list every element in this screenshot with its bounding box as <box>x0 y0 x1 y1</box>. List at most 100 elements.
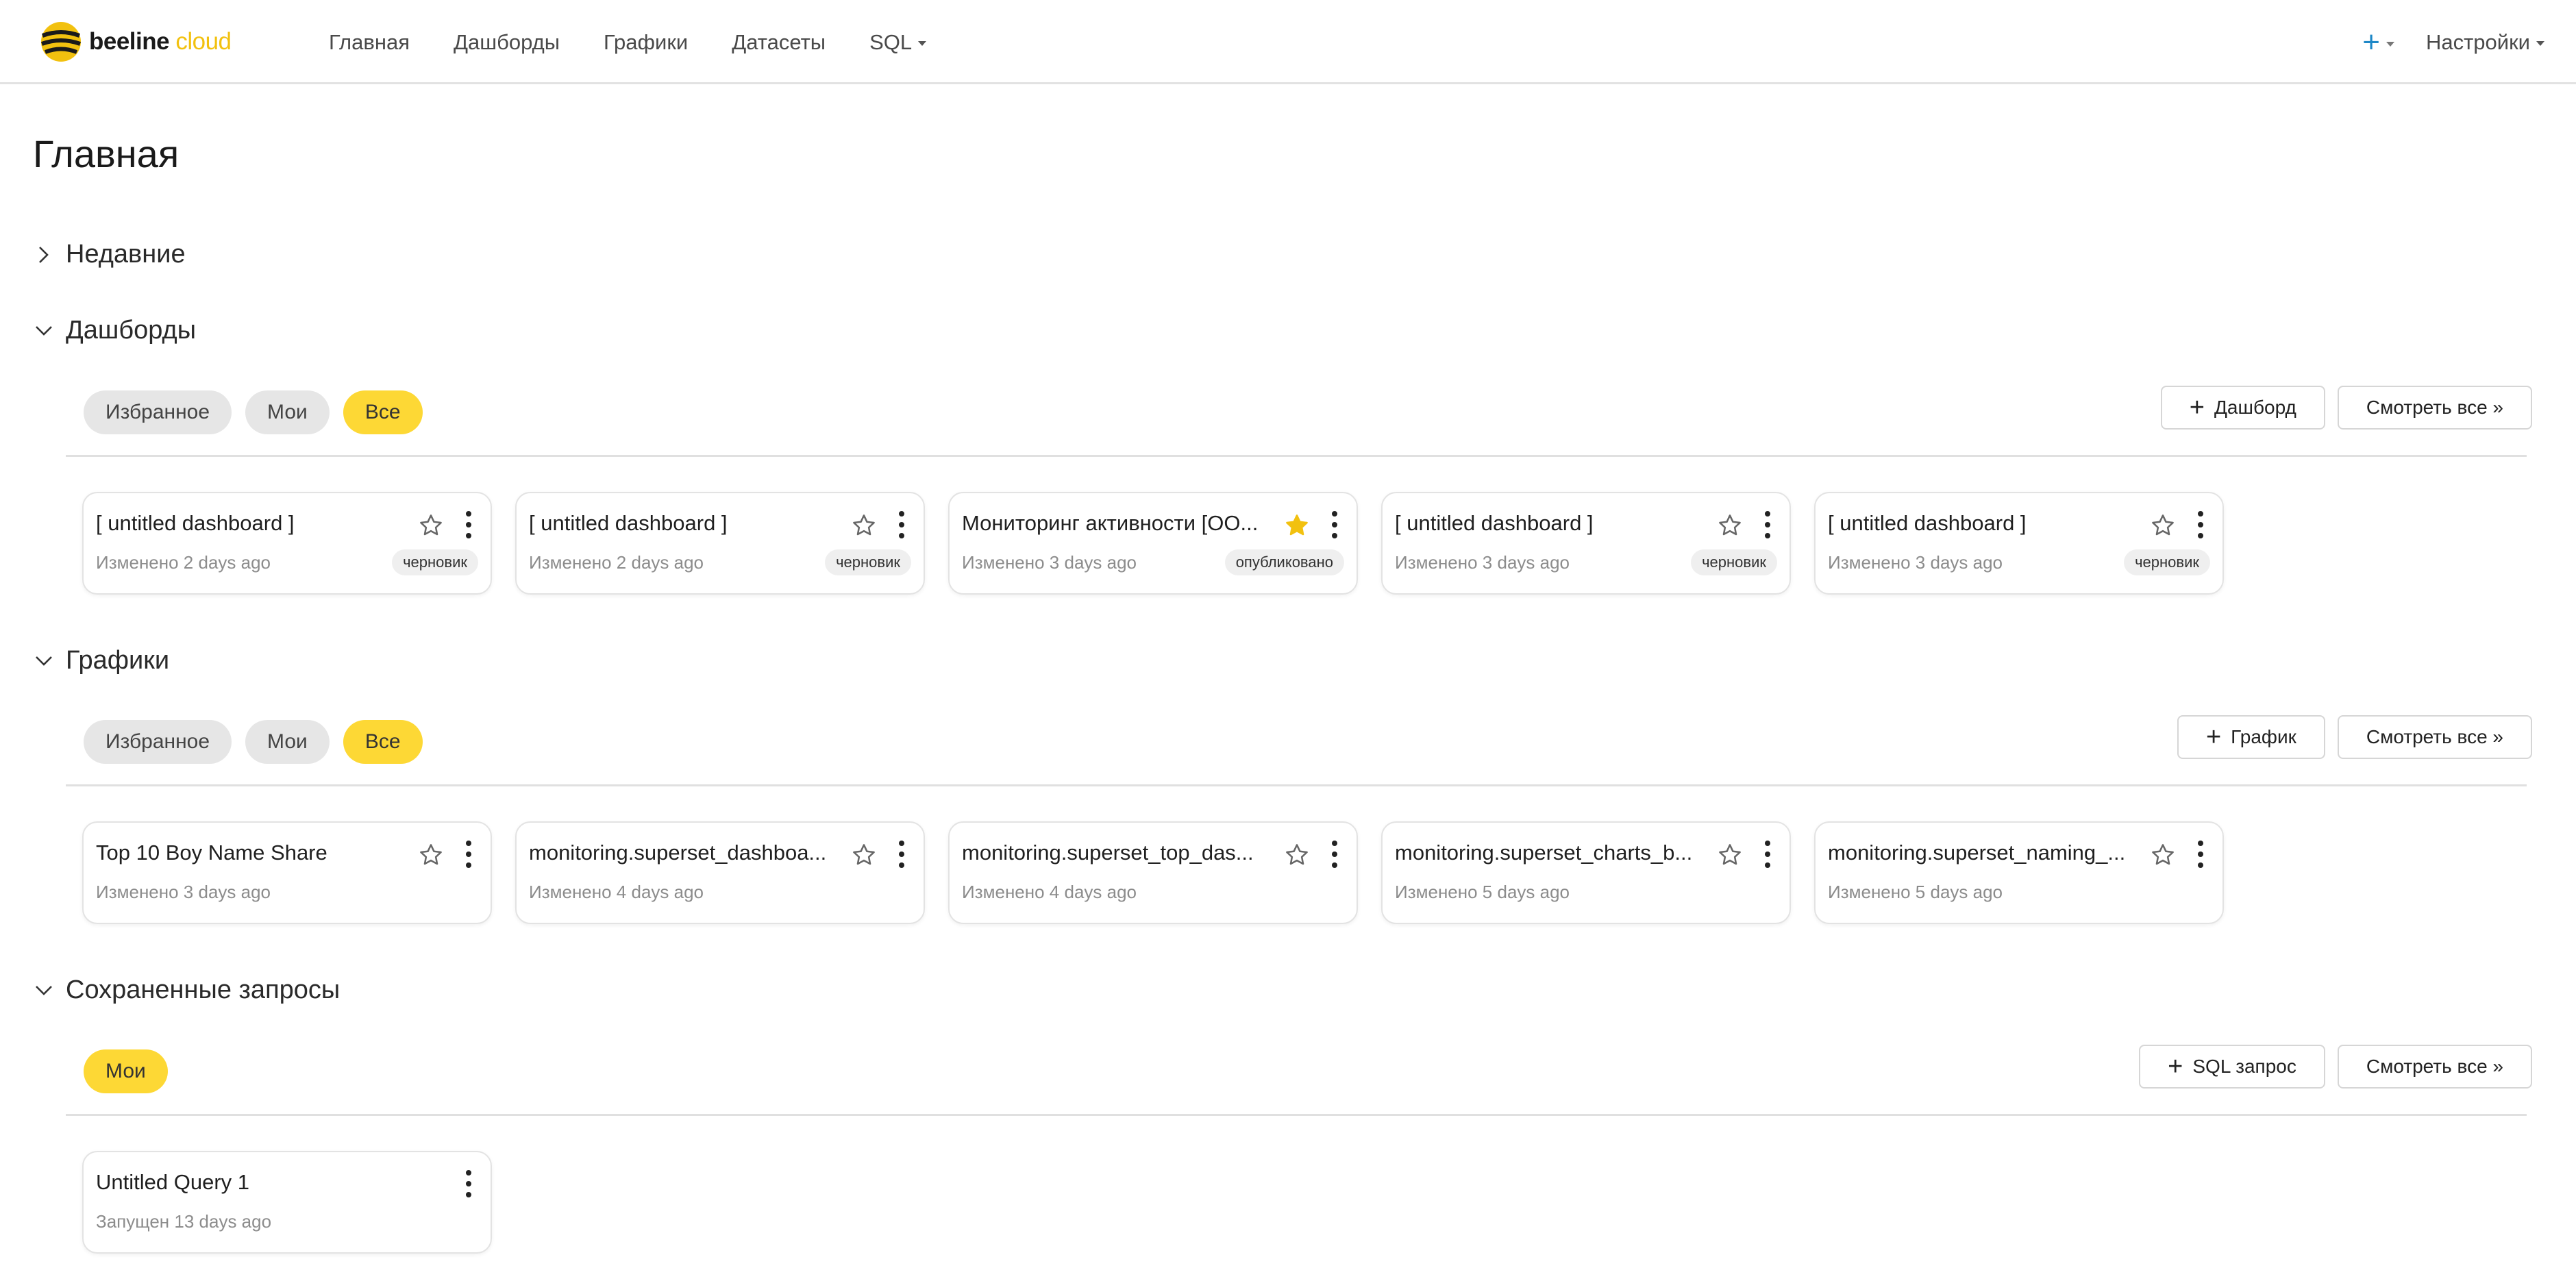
star-icon[interactable] <box>2150 842 2176 868</box>
card-modified: Изменено 3 days ago <box>962 552 1137 573</box>
card-title[interactable]: Мониторинг активности [ОО... <box>962 511 1277 536</box>
dashboard-card[interactable]: [ untitled dashboard ] Изменено 2 days a… <box>515 492 925 595</box>
dashboard-card[interactable]: [ untitled dashboard ] Изменено 2 days a… <box>82 492 492 595</box>
card-modified: Изменено 3 days ago <box>96 882 271 902</box>
star-icon[interactable] <box>851 512 877 538</box>
star-icon[interactable] <box>1284 842 1310 868</box>
charts-filter-tabs: Избранное Мои Все <box>84 720 423 764</box>
more-vertical-icon[interactable] <box>897 841 906 868</box>
beeline-logo-icon <box>40 21 82 63</box>
more-vertical-icon[interactable] <box>1763 511 1772 538</box>
card-title[interactable]: Untitled Query 1 <box>96 1170 411 1195</box>
filter-mine[interactable]: Мои <box>245 390 330 434</box>
dashboard-card[interactable]: [ untitled dashboard ] Изменено 3 days a… <box>1381 492 1791 595</box>
more-vertical-icon[interactable] <box>1330 841 1339 868</box>
star-filled-icon[interactable] <box>1284 512 1310 538</box>
main-nav: Главная Дашборды Графики Датасеты SQL <box>329 27 970 58</box>
more-vertical-icon[interactable] <box>1330 511 1339 538</box>
card-title[interactable]: [ untitled dashboard ] <box>529 511 844 536</box>
plus-icon: + <box>2189 393 2205 422</box>
add-chart-label: График <box>2231 726 2296 747</box>
nav-item-dashboards[interactable]: Дашборды <box>454 27 560 58</box>
brand-logo[interactable]: beeline cloud <box>40 19 232 64</box>
section-recent-title: Недавние <box>66 240 186 269</box>
right-nav: + Настройки <box>2362 27 2544 58</box>
card-modified: Изменено 4 days ago <box>529 882 704 902</box>
dashboard-card[interactable]: [ untitled dashboard ] Изменено 3 days a… <box>1814 492 2224 595</box>
nav-item-charts[interactable]: Графики <box>604 27 688 58</box>
add-dashboard-button[interactable]: + Дашборд <box>2160 386 2325 430</box>
top-navbar: beeline cloud Главная Дашборды Графики Д… <box>0 0 2576 84</box>
settings-menu[interactable]: Настройки <box>2426 27 2544 58</box>
chart-cards: Top 10 Boy Name Share Изменено 3 days ag… <box>82 821 2224 924</box>
nav-item-datasets[interactable]: Датасеты <box>732 27 826 58</box>
card-title[interactable]: Top 10 Boy Name Share <box>96 841 411 865</box>
nav-item-sql[interactable]: SQL <box>869 27 927 58</box>
more-vertical-icon[interactable] <box>2196 511 2205 538</box>
brand-name: beeline cloud <box>89 28 232 55</box>
card-modified: Изменено 2 days ago <box>96 552 271 573</box>
chart-card[interactable]: monitoring.superset_dashboa... Изменено … <box>515 821 925 924</box>
filter-mine[interactable]: Мои <box>245 720 330 764</box>
add-chart-button[interactable]: + График <box>2177 715 2325 759</box>
star-icon[interactable] <box>1717 512 1743 538</box>
star-icon[interactable] <box>1717 842 1743 868</box>
star-icon[interactable] <box>418 842 444 868</box>
card-title[interactable]: monitoring.superset_charts_b... <box>1395 841 1710 865</box>
status-badge: черновик <box>392 549 478 575</box>
query-card[interactable]: Untitled Query 1 Запущен 13 days ago <box>82 1151 492 1254</box>
card-modified: Изменено 3 days ago <box>1395 552 1570 573</box>
card-modified: Изменено 3 days ago <box>1828 552 2003 573</box>
card-title[interactable]: monitoring.superset_dashboa... <box>529 841 844 865</box>
more-vertical-icon[interactable] <box>2196 841 2205 868</box>
section-dashboards-title: Дашборды <box>66 316 196 345</box>
chart-card[interactable]: monitoring.superset_naming_... Изменено … <box>1814 821 2224 924</box>
filter-all[interactable]: Все <box>343 390 423 434</box>
queries-filter-tabs: Мои <box>84 1049 168 1093</box>
queries-actions: + SQL запрос Смотреть все » <box>2139 1045 2532 1089</box>
divider <box>66 784 2527 786</box>
filter-favorites[interactable]: Избранное <box>84 720 232 764</box>
card-title[interactable]: monitoring.superset_naming_... <box>1828 841 2143 865</box>
more-vertical-icon[interactable] <box>465 841 473 868</box>
view-all-charts-button[interactable]: Смотреть все » <box>2337 715 2532 759</box>
section-queries-title: Сохраненные запросы <box>66 975 340 1004</box>
more-vertical-icon[interactable] <box>465 1170 473 1197</box>
new-item-menu[interactable]: + <box>2362 27 2394 58</box>
card-modified: Изменено 4 days ago <box>962 882 1137 902</box>
card-title[interactable]: monitoring.superset_top_das... <box>962 841 1277 865</box>
star-icon[interactable] <box>2150 512 2176 538</box>
dashboard-card[interactable]: Мониторинг активности [ОО... Изменено 3 … <box>948 492 1358 595</box>
card-title[interactable]: [ untitled dashboard ] <box>96 511 411 536</box>
section-dashboards-header[interactable]: Дашборды <box>33 316 196 345</box>
star-icon[interactable] <box>851 842 877 868</box>
filter-all[interactable]: Все <box>343 720 423 764</box>
section-recent-header[interactable]: Недавние <box>33 240 186 269</box>
more-vertical-icon[interactable] <box>897 511 906 538</box>
nav-item-home[interactable]: Главная <box>329 27 410 58</box>
divider <box>66 1114 2527 1116</box>
section-charts-header[interactable]: Графики <box>33 646 169 675</box>
star-icon[interactable] <box>418 512 444 538</box>
chart-card[interactable]: monitoring.superset_top_das... Изменено … <box>948 821 1358 924</box>
chart-card[interactable]: Top 10 Boy Name Share Изменено 3 days ag… <box>82 821 492 924</box>
add-sql-query-label: SQL запрос <box>2192 1056 2296 1077</box>
view-all-dashboards-button[interactable]: Смотреть все » <box>2337 386 2532 430</box>
filter-favorites[interactable]: Избранное <box>84 390 232 434</box>
card-title[interactable]: [ untitled dashboard ] <box>1395 511 1710 536</box>
filter-mine[interactable]: Мои <box>84 1049 168 1093</box>
add-sql-query-button[interactable]: + SQL запрос <box>2139 1045 2325 1089</box>
card-run-time: Запущен 13 days ago <box>96 1211 272 1232</box>
divider <box>66 455 2527 457</box>
more-vertical-icon[interactable] <box>465 511 473 538</box>
chart-card[interactable]: monitoring.superset_charts_b... Изменено… <box>1381 821 1791 924</box>
dashboards-actions: + Дашборд Смотреть все » <box>2160 386 2532 430</box>
status-badge: черновик <box>825 549 911 575</box>
section-charts-title: Графики <box>66 646 170 675</box>
more-vertical-icon[interactable] <box>1763 841 1772 868</box>
chevron-right-icon <box>39 246 49 263</box>
section-queries-header[interactable]: Сохраненные запросы <box>33 975 340 1005</box>
status-badge: опубликовано <box>1224 549 1344 575</box>
view-all-queries-button[interactable]: Смотреть все » <box>2337 1045 2532 1089</box>
card-title[interactable]: [ untitled dashboard ] <box>1828 511 2143 536</box>
